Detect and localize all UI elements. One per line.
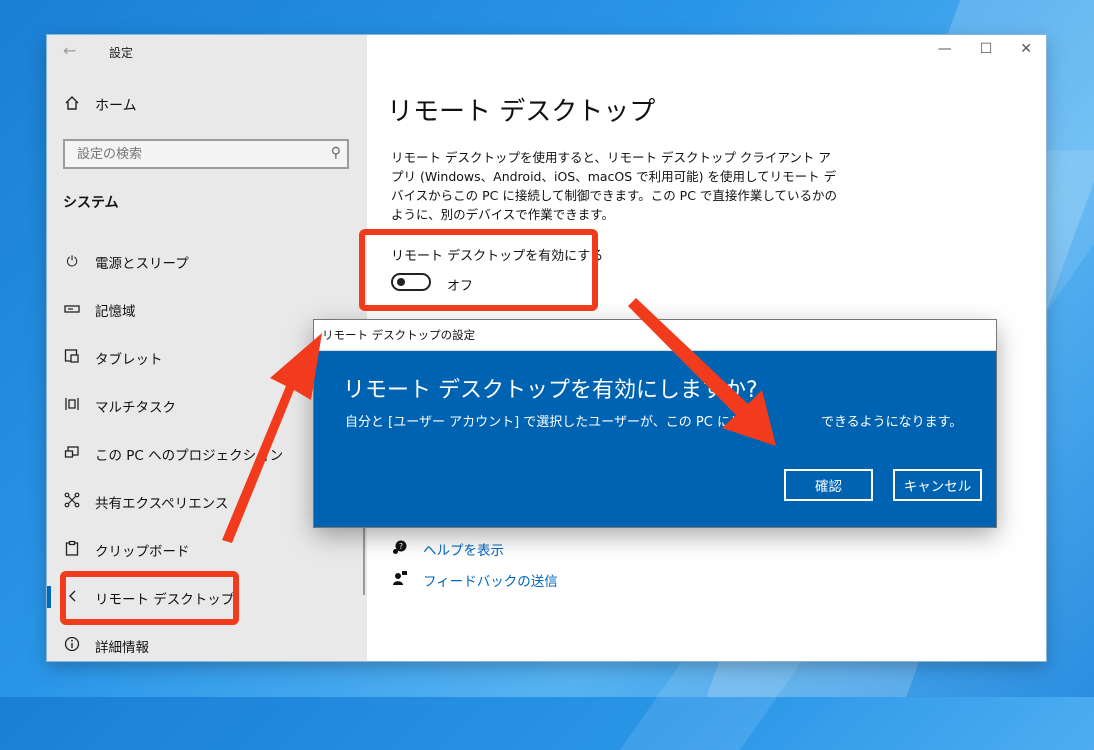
annotation-arrows bbox=[222, 298, 776, 543]
arrow-to-dialog-icon bbox=[222, 333, 322, 543]
arrow-to-confirm-icon bbox=[628, 298, 776, 446]
